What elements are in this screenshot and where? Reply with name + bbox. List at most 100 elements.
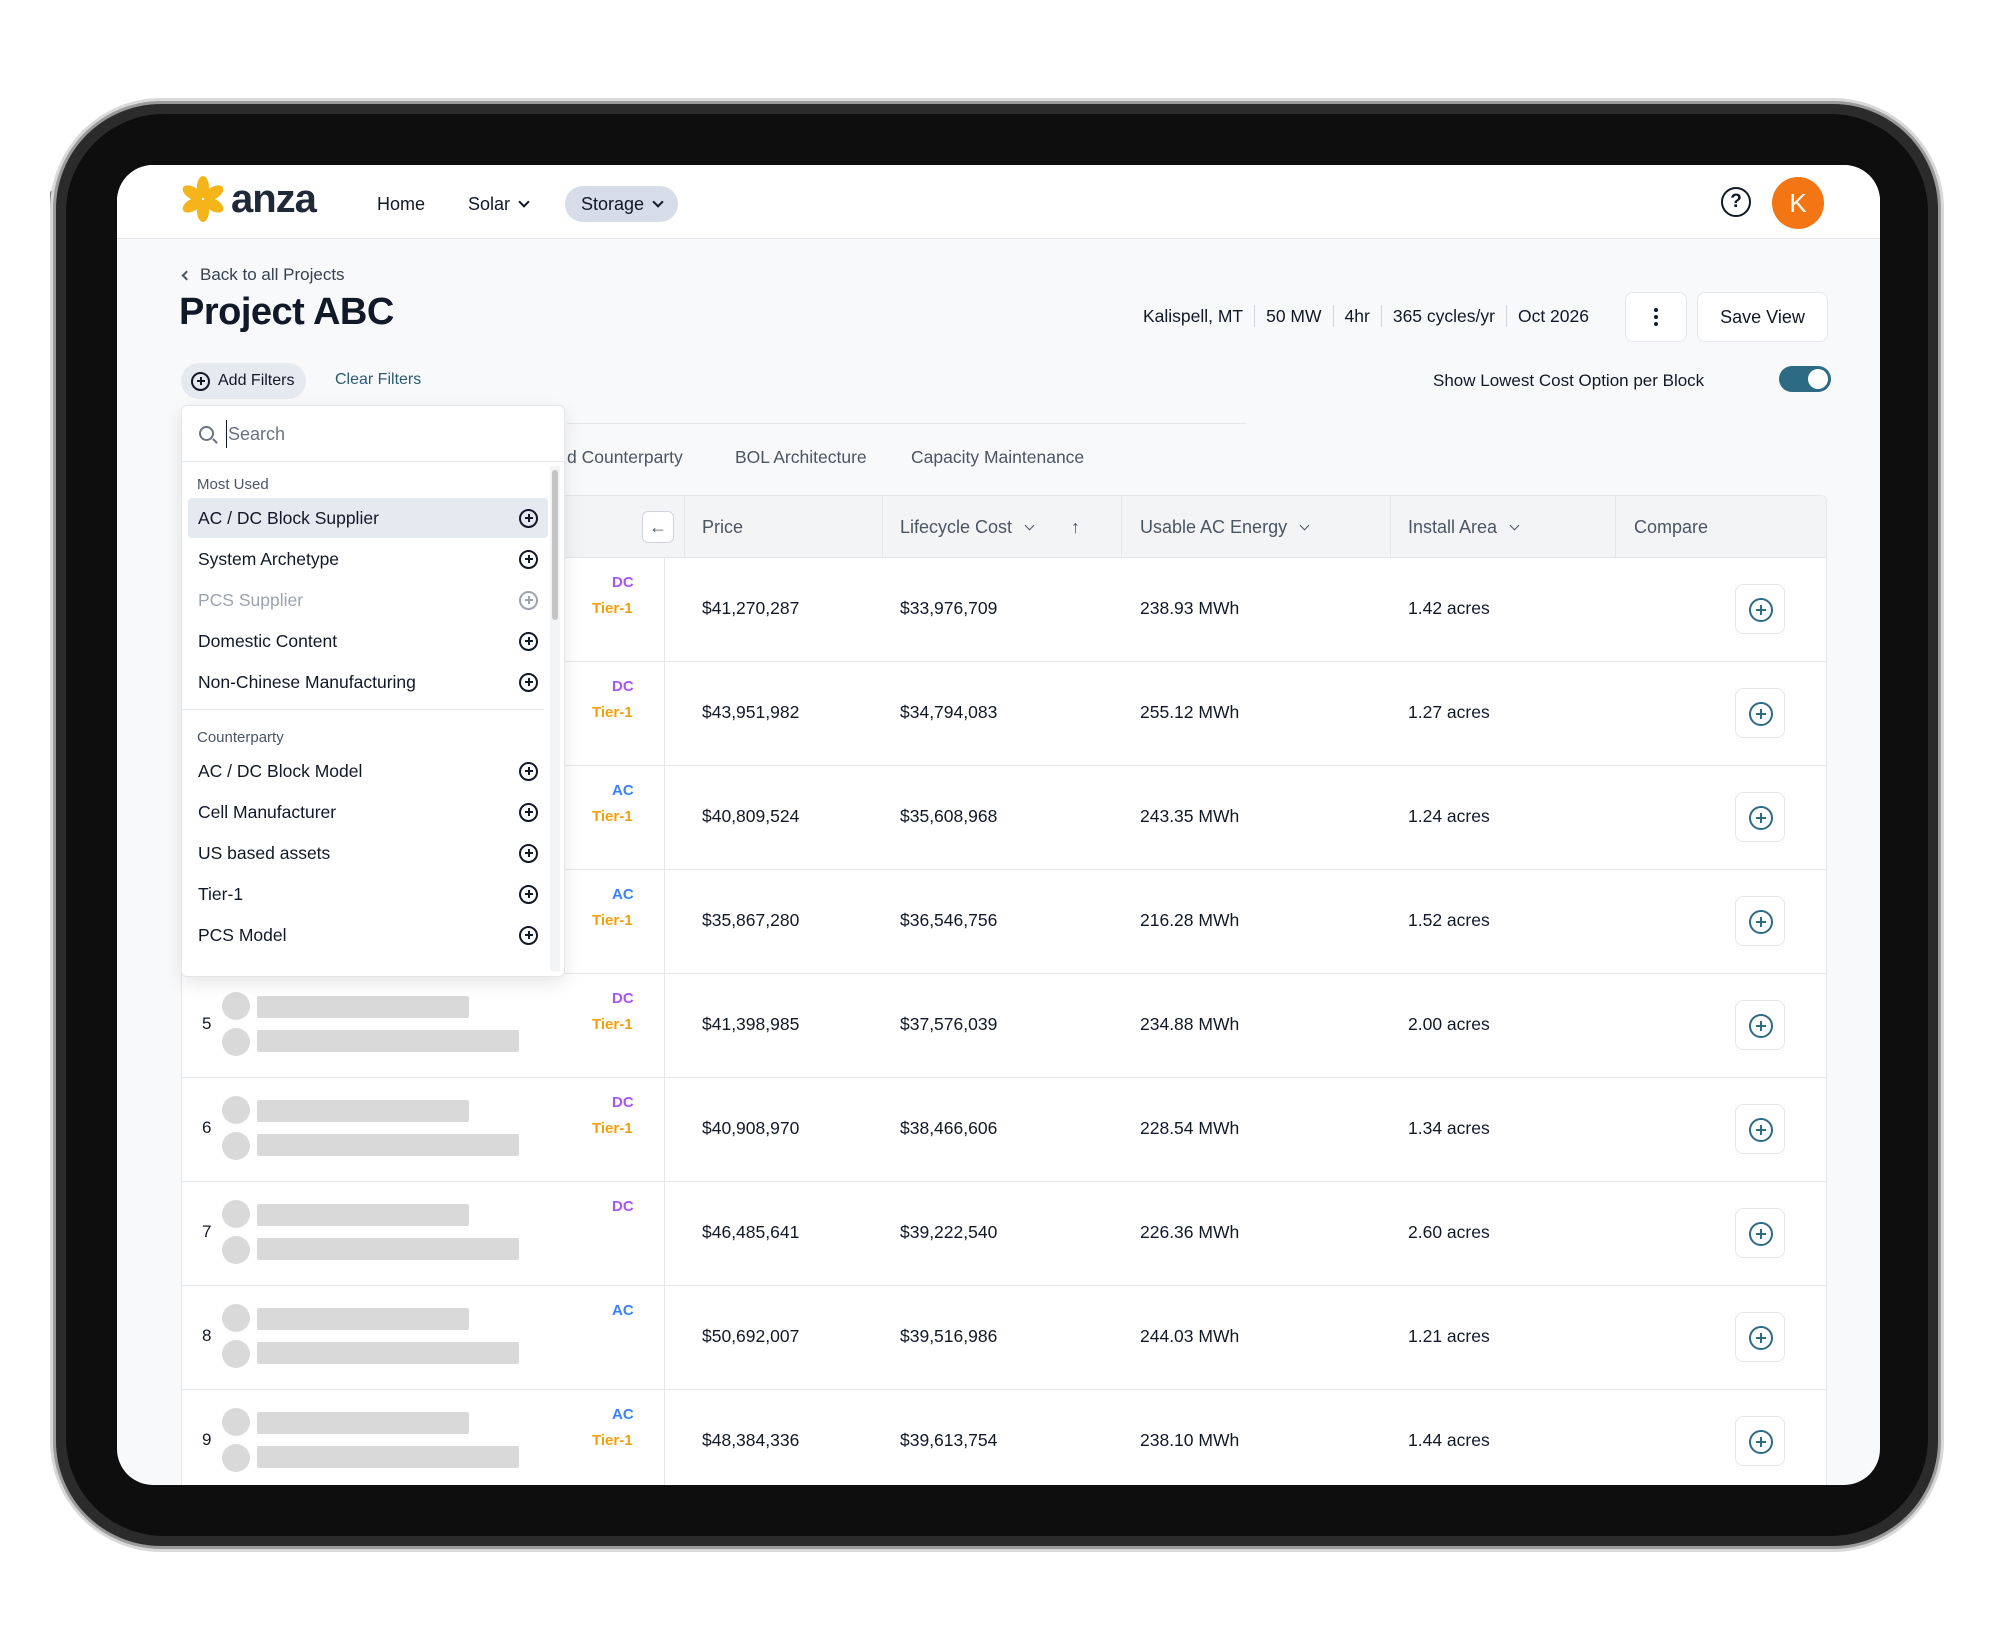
skeleton-avatar <box>222 1304 250 1332</box>
compare-button[interactable] <box>1735 1312 1785 1362</box>
meta-power: 50 MW <box>1254 305 1332 327</box>
plus-circle-icon <box>191 371 210 391</box>
compare-button[interactable] <box>1735 792 1785 842</box>
compare-button[interactable] <box>1735 584 1785 634</box>
block-type-badge: DC <box>612 1198 634 1215</box>
usable-energy-cell: 243.35 MWh <box>1140 806 1240 826</box>
plus-circle-icon <box>1749 1430 1773 1454</box>
filter-option: PCS Supplier <box>188 580 548 620</box>
filter-option[interactable]: Domestic Content <box>188 621 548 661</box>
filter-option[interactable]: AC / DC Block Model <box>188 751 548 791</box>
tab-bol-architecture[interactable]: BOL Architecture <box>735 447 867 468</box>
price-cell: $41,398,985 <box>702 1014 800 1034</box>
project-meta: Kalispell, MT 50 MW 4hr 365 cycles/yr Oc… <box>1132 305 1600 327</box>
column-divider <box>664 766 665 870</box>
chevron-down-icon <box>1509 520 1520 530</box>
lifecycle-cost-cell: $39,516,986 <box>900 1326 998 1346</box>
skeleton-avatar <box>222 1028 250 1056</box>
install-area-cell: 1.44 acres <box>1408 1430 1490 1450</box>
logo-text: anza <box>231 176 317 221</box>
skeleton-bar <box>257 1204 469 1226</box>
column-divider <box>882 496 883 558</box>
install-area-cell: 1.52 acres <box>1408 910 1490 930</box>
add-filters-label: Add Filters <box>218 372 295 389</box>
row-number: 8 <box>202 1326 212 1345</box>
compare-button[interactable] <box>1735 1416 1785 1466</box>
compare-button[interactable] <box>1735 688 1785 738</box>
usable-energy-cell: 244.03 MWh <box>1140 1326 1240 1346</box>
price-cell: $50,692,007 <box>702 1326 800 1346</box>
save-view-button[interactable]: Save View <box>1697 292 1828 342</box>
column-divider <box>1121 496 1122 558</box>
nav-solar[interactable]: Solar <box>468 186 530 222</box>
anza-logo[interactable]: anza <box>179 175 317 223</box>
plus-circle-icon <box>519 508 538 528</box>
skeleton-bar <box>257 1412 469 1434</box>
chevron-down-icon <box>652 195 664 208</box>
avatar[interactable]: K <box>1772 177 1824 229</box>
meta-date: Oct 2026 <box>1505 305 1600 327</box>
block-type-badge: AC <box>612 782 634 799</box>
column-divider <box>664 1182 665 1286</box>
plus-circle-icon <box>519 590 538 610</box>
plus-circle-icon <box>1749 1118 1773 1142</box>
tabs-divider <box>567 423 1247 424</box>
tier-badge: Tier-1 <box>592 1120 633 1137</box>
filter-option-label: AC / DC Block Supplier <box>198 507 379 528</box>
back-link[interactable]: Back to all Projects <box>181 265 345 285</box>
table-row[interactable]: 6 DC Tier-1 $40,908,970 $38,466,606 228.54 MW… <box>182 1078 1826 1182</box>
column-header-usable-ac-energy[interactable]: Usable AC Energy <box>1140 496 1310 558</box>
table-row[interactable]: 7 DC $46,485,641 $39,222,540 226.36 MWh 2.60 … <box>182 1182 1826 1286</box>
nav-storage[interactable]: Storage <box>565 186 679 222</box>
table-row[interactable]: 8 AC $50,692,007 $39,516,986 244.03 MWh 1.21 … <box>182 1286 1826 1390</box>
row-number: 6 <box>202 1118 212 1137</box>
filter-option[interactable]: System Archetype <box>188 539 548 579</box>
more-options-button[interactable] <box>1625 292 1687 342</box>
help-icon[interactable]: ? <box>1721 187 1751 217</box>
plus-circle-icon <box>1749 1014 1773 1038</box>
filter-option[interactable]: Tier-1 <box>188 874 548 914</box>
plus-circle-icon <box>1749 702 1773 726</box>
tab-capacity-maintenance[interactable]: Capacity Maintenance <box>911 447 1084 468</box>
compare-button[interactable] <box>1735 896 1785 946</box>
table-row[interactable]: 5 DC Tier-1 $41,398,985 $37,576,039 234.88 MW… <box>182 974 1826 1078</box>
clear-filters-link[interactable]: Clear Filters <box>335 371 421 389</box>
skeleton-avatar <box>222 1340 250 1368</box>
table-row[interactable]: 9 AC Tier-1 $48,384,336 $39,613,754 238.10 MW… <box>182 1390 1826 1485</box>
compare-button[interactable] <box>1735 1104 1785 1154</box>
filter-option[interactable]: Cell Manufacturer <box>188 792 548 832</box>
dropdown-scrollbar-thumb[interactable] <box>552 470 558 620</box>
filter-option[interactable]: Non-Chinese Manufacturing <box>188 662 548 702</box>
column-divider <box>684 496 685 558</box>
filter-search-input[interactable] <box>226 420 546 448</box>
skeleton-avatar <box>222 1096 250 1124</box>
block-type-badge: AC <box>612 1406 634 1423</box>
skeleton-avatar <box>222 1132 250 1160</box>
nav-home[interactable]: Home <box>377 186 425 222</box>
filter-option[interactable]: AC / DC Block Supplier <box>188 498 548 538</box>
tier-badge: Tier-1 <box>592 1432 633 1449</box>
add-filters-button[interactable]: Add Filters <box>181 363 307 399</box>
filter-option[interactable]: PCS Model <box>188 915 548 955</box>
compare-button[interactable] <box>1735 1208 1785 1258</box>
sort-ascending-icon[interactable]: ↑ <box>1071 496 1080 558</box>
install-area-cell: 1.21 acres <box>1408 1326 1490 1346</box>
dropdown-section-divider <box>182 709 544 710</box>
column-header-lifecycle-cost[interactable]: Lifecycle Cost ↑ <box>900 496 1080 558</box>
column-header-install-area[interactable]: Install Area <box>1408 496 1520 558</box>
price-cell: $48,384,336 <box>702 1430 800 1450</box>
column-header-price[interactable]: Price <box>702 496 743 558</box>
chevron-down-icon <box>1024 520 1035 530</box>
price-cell: $35,867,280 <box>702 910 800 930</box>
lowest-cost-toggle[interactable] <box>1779 366 1831 392</box>
filter-option[interactable]: US based assets <box>188 833 548 873</box>
usable-energy-cell: 216.28 MWh <box>1140 910 1240 930</box>
block-type-badge: AC <box>612 886 634 903</box>
skeleton-bar <box>257 1238 519 1260</box>
tab-counterparty[interactable]: d Counterparty <box>567 447 683 468</box>
collapse-column-button[interactable]: ← <box>642 511 674 543</box>
block-type-badge: DC <box>612 1094 634 1111</box>
usable-energy-cell: 228.54 MWh <box>1140 1118 1240 1138</box>
compare-button[interactable] <box>1735 1000 1785 1050</box>
column-divider <box>664 558 665 662</box>
